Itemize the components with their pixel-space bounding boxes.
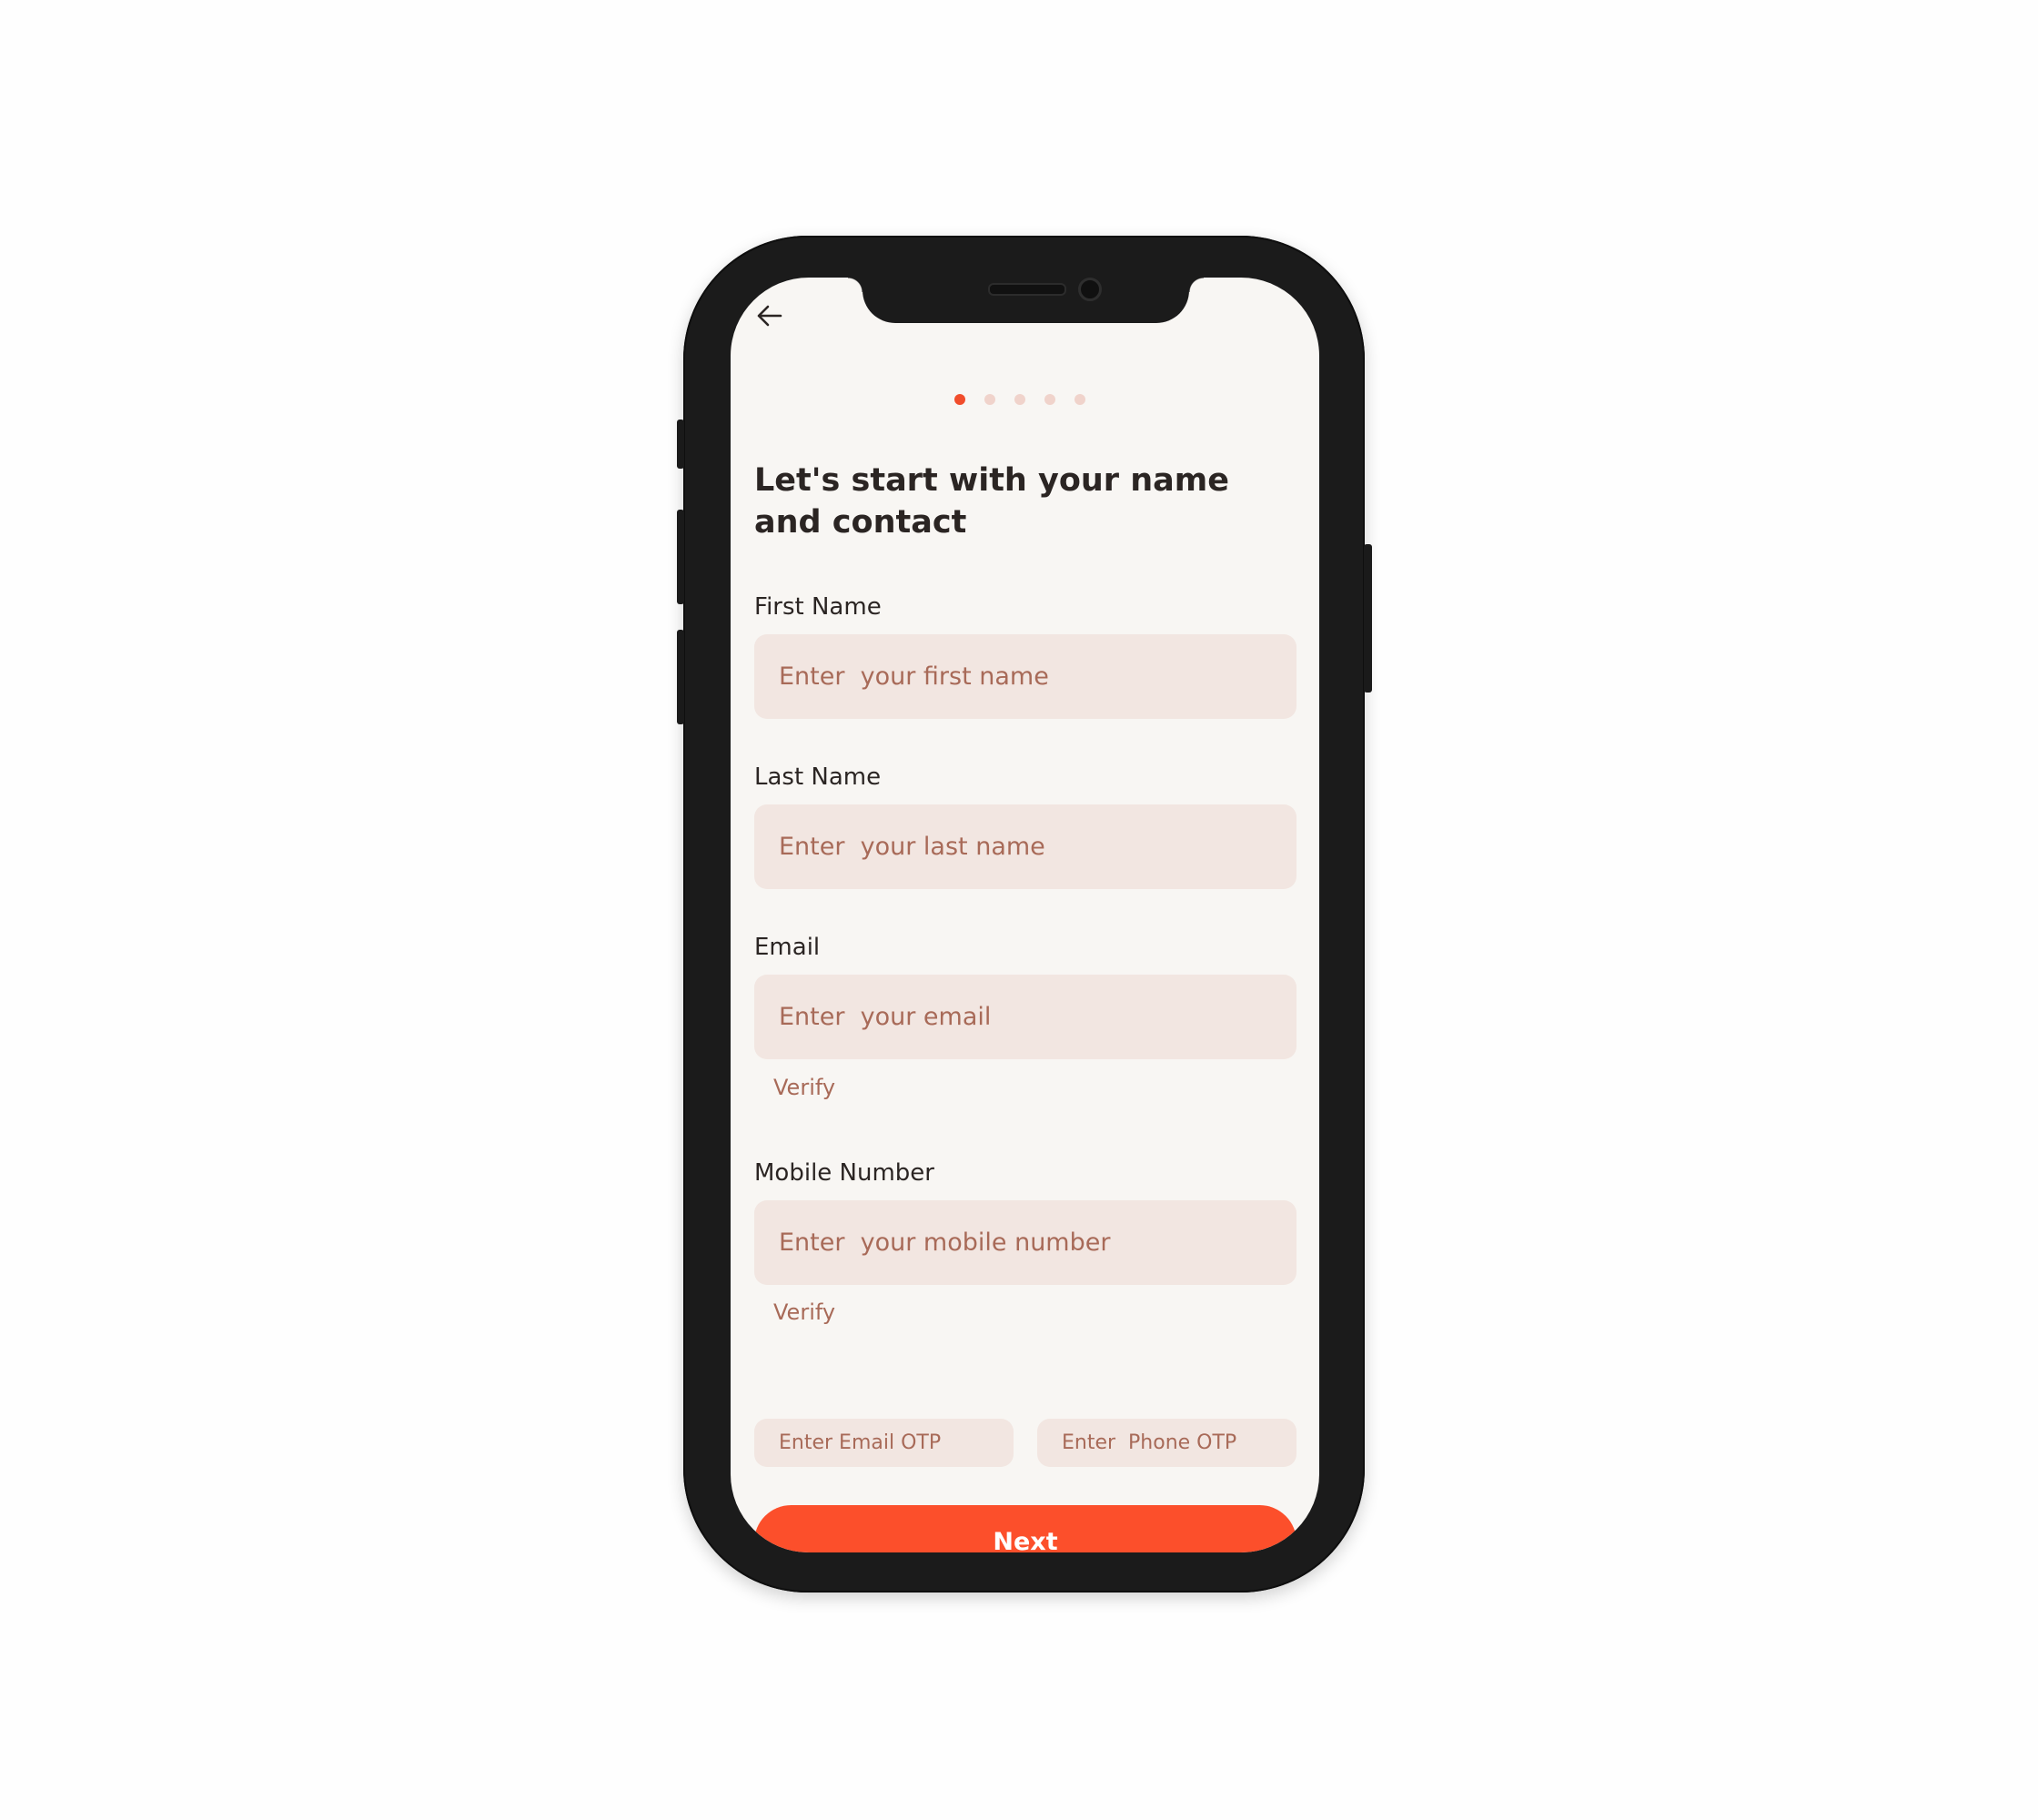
power-button: [1364, 544, 1372, 693]
email-input[interactable]: [754, 975, 1296, 1059]
phone-frame: Let's start with your name and contact F…: [677, 236, 1372, 1592]
step-dot-3: [1014, 394, 1025, 405]
page-title: Let's start with your name and contact: [754, 462, 1229, 541]
verify-email-link[interactable]: Verify: [773, 1074, 835, 1101]
earpiece-speaker: [988, 283, 1066, 296]
step-dot-4: [1044, 394, 1055, 405]
first-name-input[interactable]: [754, 634, 1296, 719]
last-name-input[interactable]: [754, 804, 1296, 889]
step-dot-5: [1074, 394, 1085, 405]
phone-screen: Let's start with your name and contact F…: [731, 278, 1319, 1552]
first-name-label: First Name: [754, 593, 882, 621]
email-otp-input[interactable]: [754, 1419, 1014, 1467]
arrow-left-icon[interactable]: [753, 299, 786, 332]
step-dot-2: [984, 394, 995, 405]
phone-otp-input[interactable]: [1037, 1419, 1296, 1467]
mobile-number-input[interactable]: [754, 1200, 1296, 1285]
front-camera: [1078, 278, 1102, 301]
email-label: Email: [754, 934, 821, 961]
step-dot-1: [954, 394, 965, 405]
notch: [848, 278, 1204, 323]
verify-mobile-link[interactable]: Verify: [773, 1299, 835, 1326]
last-name-label: Last Name: [754, 763, 882, 791]
mobile-number-label: Mobile Number: [754, 1159, 934, 1187]
volume-down-button: [677, 630, 684, 724]
step-indicator: [954, 394, 1085, 405]
silent-switch: [677, 420, 684, 469]
next-button[interactable]: Next: [754, 1505, 1296, 1552]
volume-up-button: [677, 510, 684, 604]
